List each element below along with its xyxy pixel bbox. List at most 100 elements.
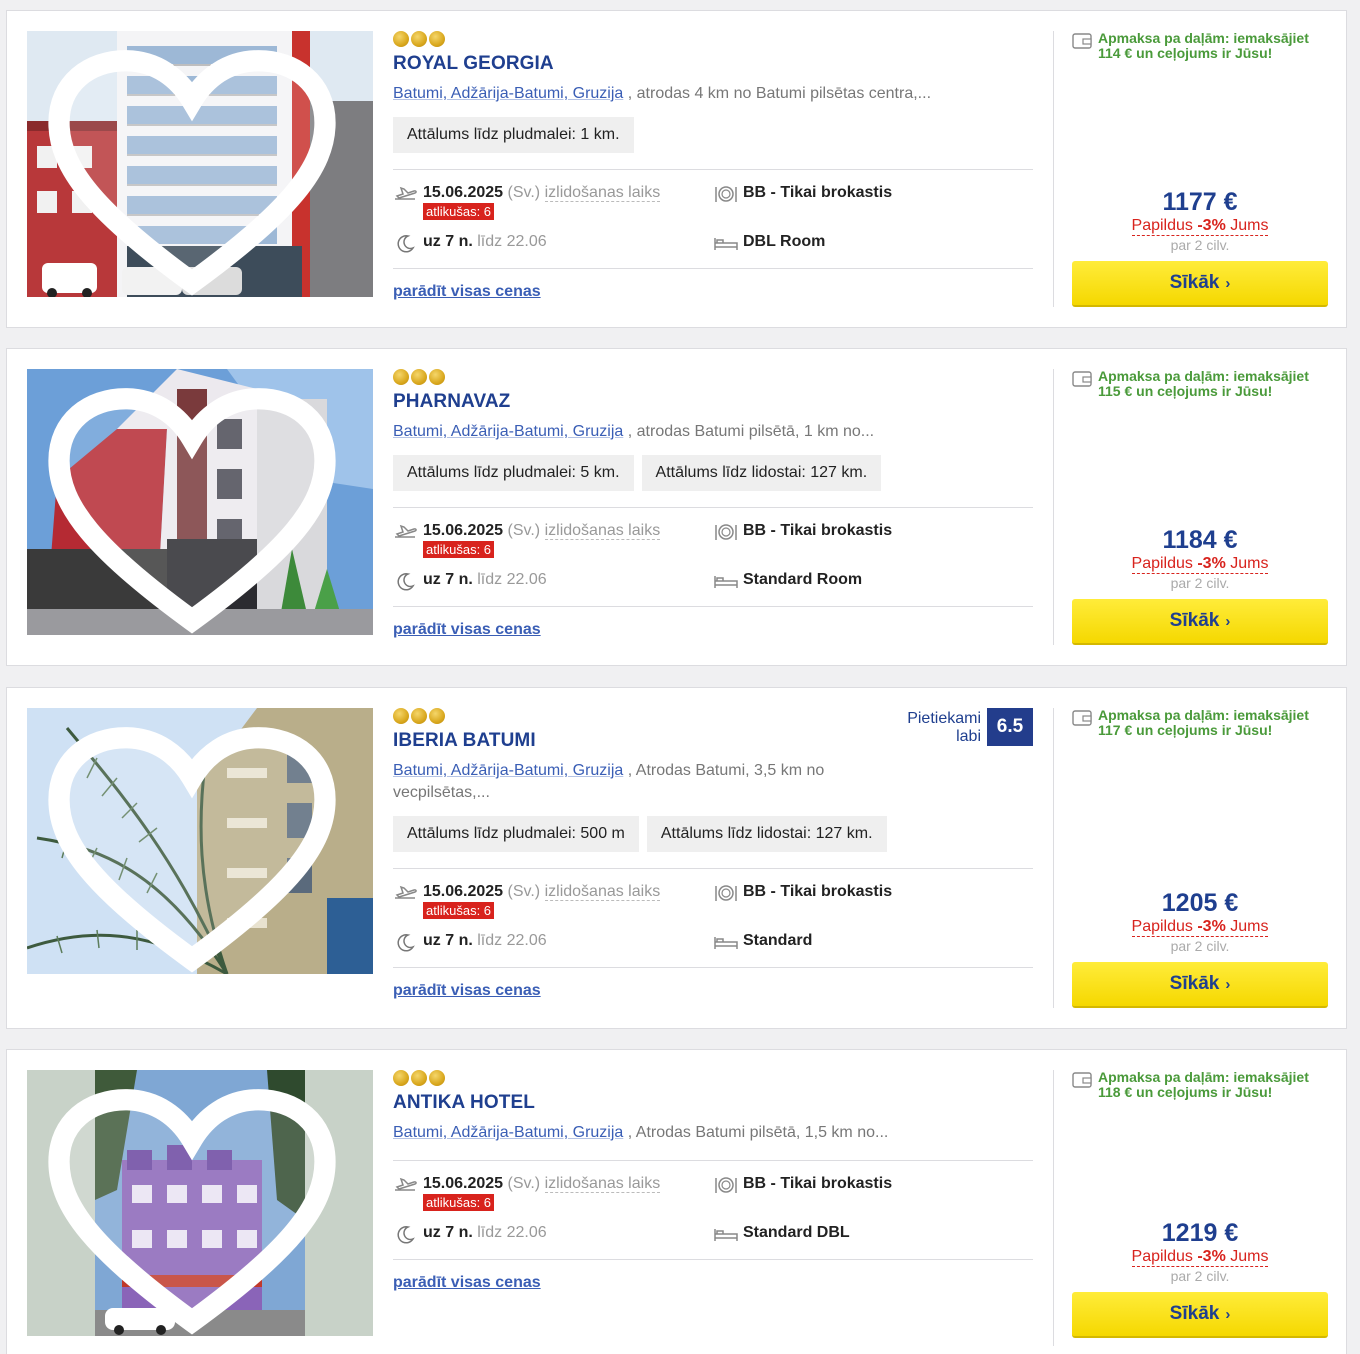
- hotel-photo[interactable]: [27, 369, 373, 635]
- departure-time-link[interactable]: izlidošanas laiks: [544, 522, 661, 540]
- per-person-note: par 2 cilv.: [1170, 1268, 1230, 1284]
- hotel-name[interactable]: PHARNAVAZ: [393, 391, 1033, 413]
- price-group: 1177 € Papildus -3% Jums par 2 cilv. Sīk…: [1072, 188, 1328, 307]
- room-type: Standard DBL: [713, 1224, 850, 1244]
- hotel-photo[interactable]: [27, 31, 373, 297]
- chevron-right-icon: ›: [1225, 612, 1231, 630]
- price: 1219 €: [1161, 1219, 1239, 1247]
- show-all-prices-link[interactable]: parādīt visas cenas: [393, 1274, 541, 1292]
- star-icon: [393, 708, 409, 724]
- installment-text: Apmaksa pa daļām: iemaksājiet 115 € un c…: [1098, 368, 1309, 399]
- hotel-name[interactable]: ROYAL GEORGIA: [393, 53, 1033, 75]
- departure-time-link[interactable]: izlidošanas laiks: [544, 184, 661, 202]
- return-date: līdz 22.06: [477, 233, 547, 250]
- moon-icon: [397, 1226, 415, 1244]
- hotel-photo[interactable]: [27, 1070, 373, 1336]
- show-all-prices-link[interactable]: parādīt visas cenas: [393, 283, 541, 301]
- hotel-tags: Attālums līdz pludmalei: 500 m Attālums …: [393, 816, 1033, 852]
- room-type: DBL Room: [713, 233, 825, 253]
- discount-suffix: Jums: [1225, 918, 1269, 935]
- chevron-right-icon: ›: [1225, 1305, 1231, 1323]
- remaining-seats-badge: atlikušas: 6: [423, 541, 495, 558]
- remaining-seats-badge: atlikušas: 6: [423, 203, 495, 220]
- discount-value: -3%: [1197, 918, 1226, 935]
- room-label: DBL Room: [743, 233, 826, 250]
- installment-text: Apmaksa pa daļām: iemaksājiet 118 € un c…: [1098, 1069, 1309, 1100]
- details-button[interactable]: Sīkāk ›: [1072, 599, 1328, 645]
- departure-date: 15.06.2025: [423, 1175, 504, 1192]
- price-group: 1184 € Papildus -3% Jums par 2 cilv. Sīk…: [1072, 526, 1328, 645]
- meal-label: BB - Tikai brokastis: [743, 883, 893, 900]
- show-all-prices-link[interactable]: parādīt visas cenas: [393, 982, 541, 1000]
- installment-note: Apmaksa pa daļām: iemaksājiet 115 € un c…: [1072, 369, 1328, 399]
- star-icon: [393, 1070, 409, 1086]
- discount-prefix: Papildus: [1131, 217, 1198, 234]
- plane-icon: [395, 1177, 417, 1191]
- departure-date: 15.06.2025: [423, 184, 504, 201]
- meal-label: BB - Tikai brokastis: [743, 522, 893, 539]
- discount-prefix: Papildus: [1131, 555, 1198, 572]
- weekday: (Sv.): [507, 184, 541, 201]
- remaining-seats-badge: atlikušas: 6: [423, 902, 495, 919]
- room-label: Standard DBL: [743, 1224, 850, 1241]
- rating-score: 6.5: [987, 708, 1033, 746]
- return-date: līdz 22.06: [477, 932, 547, 949]
- flight-date: 15.06.2025 (Sv.) izlidošanas laiks atlik…: [393, 1175, 661, 1212]
- offer-details: 15.06.2025 (Sv.) izlidošanas laiks atlik…: [393, 1161, 1033, 1259]
- location-link[interactable]: Batumi, Adžārija-Batumi, Gruzija: [393, 85, 623, 102]
- plane-icon: [395, 186, 417, 200]
- details-button[interactable]: Sīkāk ›: [1072, 962, 1328, 1008]
- star-icon: [411, 1070, 427, 1086]
- stay-duration: uz 7 n. līdz 22.06: [393, 571, 547, 591]
- discount-note[interactable]: Papildus -3% Jums: [1131, 555, 1269, 574]
- location-link[interactable]: Batumi, Adžārija-Batumi, Gruzija: [393, 762, 623, 779]
- show-all-prices-link[interactable]: parādīt visas cenas: [393, 621, 541, 639]
- departure-date: 15.06.2025: [423, 883, 504, 900]
- chevron-right-icon: ›: [1225, 274, 1231, 292]
- discount-note[interactable]: Papildus -3% Jums: [1131, 217, 1269, 236]
- details-button-label: Sīkāk: [1169, 1303, 1220, 1324]
- details-button[interactable]: Sīkāk ›: [1072, 261, 1328, 307]
- star-icon: [429, 31, 445, 47]
- vertical-divider: [1053, 31, 1054, 307]
- heart-icon[interactable]: [27, 720, 365, 974]
- discount-prefix: Papildus: [1131, 1248, 1198, 1265]
- heart-icon[interactable]: [27, 381, 365, 635]
- hotel-location: Batumi, Adžārija-Batumi, Gruzija , atrod…: [393, 421, 1033, 443]
- departure-time-link[interactable]: izlidošanas laiks: [544, 883, 661, 901]
- hotel-tags: Attālums līdz pludmalei: 5 km. Attālums …: [393, 455, 1033, 491]
- plate-icon: [715, 524, 737, 540]
- discount-value: -3%: [1197, 1248, 1226, 1265]
- per-person-note: par 2 cilv.: [1170, 938, 1230, 954]
- price: 1205 €: [1161, 889, 1239, 917]
- departure-time-link[interactable]: izlidošanas laiks: [544, 1175, 661, 1193]
- return-date: līdz 22.06: [477, 571, 547, 588]
- vertical-divider: [1053, 708, 1054, 1008]
- star-icon: [411, 369, 427, 385]
- wallet-icon: [1072, 33, 1092, 49]
- discount-note[interactable]: Papildus -3% Jums: [1131, 918, 1269, 937]
- meal-plan: BB - Tikai brokastis: [713, 883, 892, 903]
- star-icon: [411, 708, 427, 724]
- heart-icon[interactable]: [27, 43, 365, 297]
- meal-plan: BB - Tikai brokastis: [713, 1175, 892, 1195]
- details-button-label: Sīkāk: [1169, 610, 1220, 631]
- hotel-name[interactable]: ANTIKA HOTEL: [393, 1092, 1033, 1114]
- vertical-divider: [1053, 369, 1054, 645]
- plate-icon: [715, 1177, 737, 1193]
- moon-icon: [397, 934, 415, 952]
- divider: [393, 606, 1033, 607]
- stay-duration: uz 7 n. līdz 22.06: [393, 932, 547, 952]
- offer-details: 15.06.2025 (Sv.) izlidošanas laiks atlik…: [393, 869, 1033, 967]
- hotel-photo[interactable]: [27, 708, 373, 974]
- location-link[interactable]: Batumi, Adžārija-Batumi, Gruzija: [393, 423, 623, 440]
- discount-note[interactable]: Papildus -3% Jums: [1131, 1248, 1269, 1267]
- rating-label-line-2: labi: [956, 728, 981, 745]
- location-link[interactable]: Batumi, Adžārija-Batumi, Gruzija: [393, 1124, 623, 1141]
- weekday: (Sv.): [507, 1175, 541, 1192]
- heart-icon[interactable]: [27, 1082, 365, 1336]
- plate-icon: [715, 186, 737, 202]
- star-rating: [393, 369, 1033, 385]
- details-button[interactable]: Sīkāk ›: [1072, 1292, 1328, 1338]
- meal-label: BB - Tikai brokastis: [743, 184, 893, 201]
